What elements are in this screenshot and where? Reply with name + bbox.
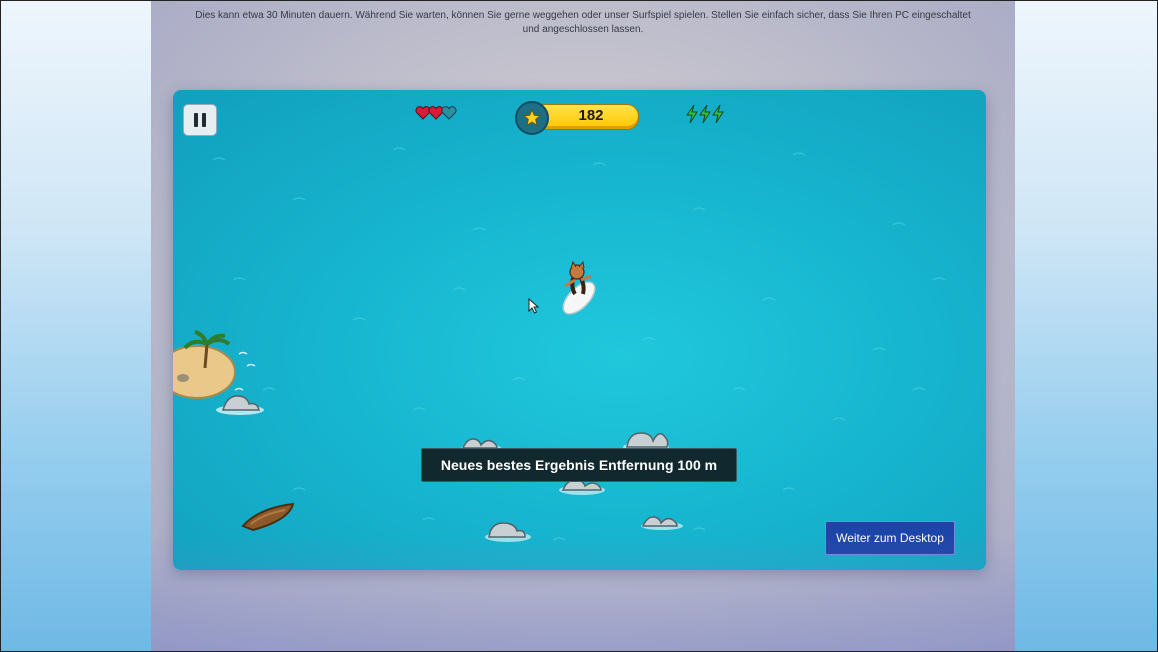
lives-indicator xyxy=(415,106,457,120)
continue-to-desktop-button[interactable]: Weiter zum Desktop xyxy=(825,521,955,555)
mouse-cursor-icon xyxy=(528,298,540,314)
pause-icon xyxy=(194,113,198,127)
install-message: Dies kann etwa 30 Minuten dauern. Währen… xyxy=(195,10,971,35)
lightning-bolt-icon xyxy=(686,104,698,124)
rock-cluster xyxy=(216,395,264,415)
lightning-bolt-icon xyxy=(712,104,724,124)
wooden-rowboat xyxy=(241,502,295,532)
score-display: 182 xyxy=(515,101,639,135)
screen-frame: Dies kann etwa 30 Minuten dauern. Währen… xyxy=(0,0,1158,652)
surfer-cat-player xyxy=(562,260,596,315)
heart-empty-icon xyxy=(441,106,457,120)
monitor-photo: Dies kann etwa 30 Minuten dauern. Währen… xyxy=(151,1,1015,651)
rock-cluster xyxy=(485,522,531,542)
pause-button[interactable] xyxy=(183,104,217,136)
star-icon xyxy=(523,109,541,127)
score-badge xyxy=(515,101,549,135)
boost-indicator xyxy=(685,104,724,124)
score-value: 182 xyxy=(578,107,604,124)
best-score-toast: Neues bestes Ergebnis Entfernung 100 m xyxy=(421,448,737,482)
lightning-bolt-icon xyxy=(699,104,711,124)
surf-game-canvas[interactable]: 182 Neues bestes Ergebnis Entfernung 100… xyxy=(173,90,986,570)
rock-cluster xyxy=(641,516,683,530)
pause-icon-bar xyxy=(202,113,206,127)
